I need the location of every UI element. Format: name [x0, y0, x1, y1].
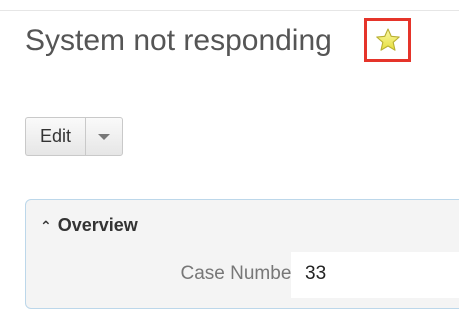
overview-panel: ⌃ Overview Case Number: 33: [25, 199, 459, 309]
actions-dropdown-button[interactable]: [85, 117, 124, 156]
top-divider: [0, 0, 459, 11]
field-row-case-number: Case Number: 33: [26, 252, 459, 298]
caret-down-icon: [98, 133, 111, 140]
overview-panel-header[interactable]: ⌃ Overview: [40, 215, 138, 236]
star-icon[interactable]: [374, 27, 402, 54]
case-number-label: Case Number:: [180, 263, 304, 284]
edit-button-group: Edit: [25, 117, 124, 156]
record-title: System not responding: [25, 24, 332, 57]
case-number-value-cell: 33: [291, 252, 459, 298]
edit-button[interactable]: Edit: [25, 117, 86, 156]
double-chevron-up-icon[interactable]: ⌃: [40, 217, 52, 235]
favorite-toggle[interactable]: [364, 18, 411, 62]
panel-title: Overview: [57, 215, 138, 235]
case-number-value: 33: [305, 263, 327, 284]
